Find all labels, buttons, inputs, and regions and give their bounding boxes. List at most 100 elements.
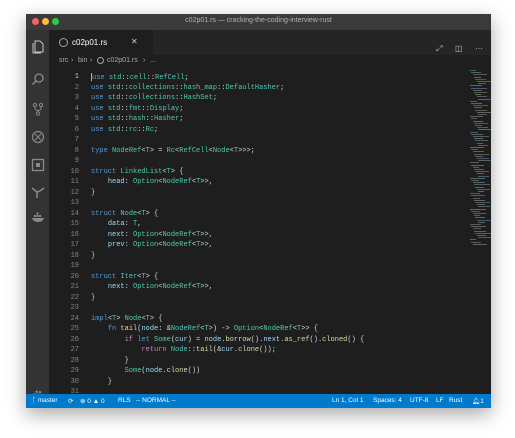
breadcrumb-src[interactable]: src xyxy=(59,57,68,64)
minimap-line xyxy=(473,199,485,201)
code-line[interactable]: 25 fn tail(node: &NodeRef<T>) -> Option<… xyxy=(49,324,469,335)
code-line[interactable]: 27 return Node::tail(&cur.clone()); xyxy=(49,345,469,356)
minimap-line xyxy=(475,171,490,173)
minimap-line xyxy=(470,131,478,133)
code-line[interactable]: 30 } xyxy=(49,377,469,388)
minimap-line xyxy=(475,94,482,96)
code-line[interactable]: 5 use std::hash::Hasher; xyxy=(49,114,469,125)
code-line[interactable]: 1 use std::cell::RefCell; xyxy=(49,72,469,83)
minimap-line xyxy=(470,224,481,225)
tab-c02p01[interactable]: c02p01.rs ✕ xyxy=(49,30,153,55)
notification-count: 1 xyxy=(480,398,484,405)
code-line[interactable]: 20 struct Iter<T> { xyxy=(49,272,469,283)
code-line[interactable]: 18} xyxy=(49,251,469,262)
debug-icon[interactable] xyxy=(31,130,45,144)
code-line[interactable]: 10 struct LinkedList<T> { xyxy=(49,167,469,178)
minimap-line xyxy=(473,107,482,109)
code-editor[interactable]: 1 use std::cell::RefCell; 2use std::collec… xyxy=(49,68,469,395)
minimap-line xyxy=(472,120,483,122)
minimap-line xyxy=(477,129,491,131)
layout-icon[interactable]: ◫ xyxy=(455,44,463,53)
code-line[interactable]: 28 } xyxy=(49,356,469,367)
minimap-line xyxy=(477,191,484,192)
minimap-line xyxy=(470,162,479,164)
more-actions-icon[interactable]: ··· xyxy=(475,44,483,53)
code-line[interactable]: 7 xyxy=(49,135,469,146)
rls-status[interactable]: RLS xyxy=(118,397,131,404)
minimap[interactable] xyxy=(469,68,491,395)
minimap-line xyxy=(470,177,485,179)
branch-status[interactable]: ᚴ master xyxy=(32,397,58,404)
code-line[interactable]: 19 xyxy=(49,261,469,272)
minimap-line xyxy=(471,133,484,135)
breadcrumb-file[interactable]: c02p01.rs xyxy=(107,57,138,64)
minimap-line xyxy=(472,197,480,199)
warning-icon: ▲ xyxy=(92,398,100,405)
code-line[interactable]: 14 struct Node<T> { xyxy=(49,209,469,220)
minimap-line xyxy=(473,230,486,232)
minimap-line xyxy=(470,100,477,102)
code-line[interactable]: 24 impl<T> Node<T> { xyxy=(49,314,469,325)
code-line[interactable]: 9 xyxy=(49,156,469,167)
minimap-line xyxy=(476,81,491,82)
extensions-icon[interactable] xyxy=(31,158,45,172)
code-line[interactable]: 22} xyxy=(49,293,469,304)
code-line[interactable]: 8 type NodeRef<T> = Rc<RefCell<Node<T>>>; xyxy=(49,146,469,157)
code-line[interactable]: 15 data: T, xyxy=(49,219,469,230)
split-editor-icon[interactable]: ⤢ xyxy=(436,44,442,54)
breadcrumb-bin[interactable]: bin xyxy=(78,57,87,64)
search-icon[interactable] xyxy=(31,72,45,86)
status-bar: ᚴ master ⟳ ⊗ 0 ▲ 0 RLS -- NORMAL -- Ln 1… xyxy=(26,394,491,408)
code-line[interactable]: 3 use std::collections::HashSet; xyxy=(49,93,469,104)
line-number: 3 xyxy=(74,94,79,102)
line-ending[interactable]: LF xyxy=(436,397,444,404)
line-number: 8 xyxy=(74,146,79,155)
minimap-line xyxy=(475,140,489,142)
code-line[interactable]: 11 head: Option<NodeRef<T>>, xyxy=(49,177,469,188)
notifications[interactable]: 🔔︎1 xyxy=(472,397,484,405)
code-line[interactable]: 12} xyxy=(49,188,469,199)
minimap-line xyxy=(472,105,488,107)
code-text: use std::hash::Hasher; xyxy=(91,115,184,123)
rust-file-icon xyxy=(97,57,104,64)
problems-status[interactable]: ⊗ 0 ▲ 0 xyxy=(80,397,105,405)
minimap-line xyxy=(473,169,484,170)
language-mode[interactable]: Rust xyxy=(449,397,462,404)
indentation[interactable]: Spaces: 4 xyxy=(373,397,402,404)
minimap-line xyxy=(472,151,484,153)
code-line[interactable]: 6 use std::rc::Rc; xyxy=(49,125,469,136)
minimap-line xyxy=(471,180,480,181)
code-line[interactable]: 4 use std::fmt::Display; xyxy=(49,104,469,115)
code-text: use std::collections::hash_map::DefaultH… xyxy=(91,83,285,92)
docker-icon[interactable] xyxy=(31,210,45,224)
code-line[interactable]: 16 next: Option<NodeRef<T>>, xyxy=(49,230,469,241)
minimap-line xyxy=(472,213,486,214)
minimap-line xyxy=(470,208,486,210)
encoding[interactable]: UTF-8 xyxy=(410,397,428,404)
sync-icon[interactable]: ⟳ xyxy=(68,397,73,405)
line-number: 23 xyxy=(70,304,79,312)
code-line[interactable]: 29 Some(node.clone()) xyxy=(49,366,469,377)
code-text: use std::collections::HashSet; xyxy=(91,94,218,102)
minimap-line xyxy=(471,72,482,74)
editor-window: c02p01.rs — cracking-the-coding-intervie… xyxy=(26,14,491,408)
code-line[interactable]: 17 prev: Option<NodeRef<T>>, xyxy=(49,240,469,251)
minimap-line xyxy=(477,144,488,146)
code-line[interactable]: 26 if let Some(cur) = node.borrow().next… xyxy=(49,335,469,346)
window-title: c02p01.rs — cracking-the-coding-intervie… xyxy=(185,17,332,24)
line-number: 2 xyxy=(74,83,79,92)
minimap-line xyxy=(477,98,491,100)
close-tab-icon[interactable]: ✕ xyxy=(131,37,138,46)
minimap-line xyxy=(472,136,489,137)
code-line[interactable]: 23 xyxy=(49,303,469,314)
code-line[interactable]: 2 use std::collections::hash_map::Default… xyxy=(49,83,469,94)
code-line[interactable]: 21 next: Option<NodeRef<T>>, xyxy=(49,282,469,293)
files-icon[interactable] xyxy=(31,40,45,54)
line-number: 4 xyxy=(74,104,79,113)
tab-bar: c02p01.rs ✕ ⤢ ◫ ··· xyxy=(49,30,491,55)
cursor-position[interactable]: Ln 1, Col 1 xyxy=(332,397,363,404)
breadcrumb-symbol[interactable]: ... xyxy=(150,57,156,64)
source-control-icon[interactable] xyxy=(31,102,45,116)
code-line[interactable]: 13 xyxy=(49,198,469,209)
git-lens-icon[interactable] xyxy=(31,185,45,199)
